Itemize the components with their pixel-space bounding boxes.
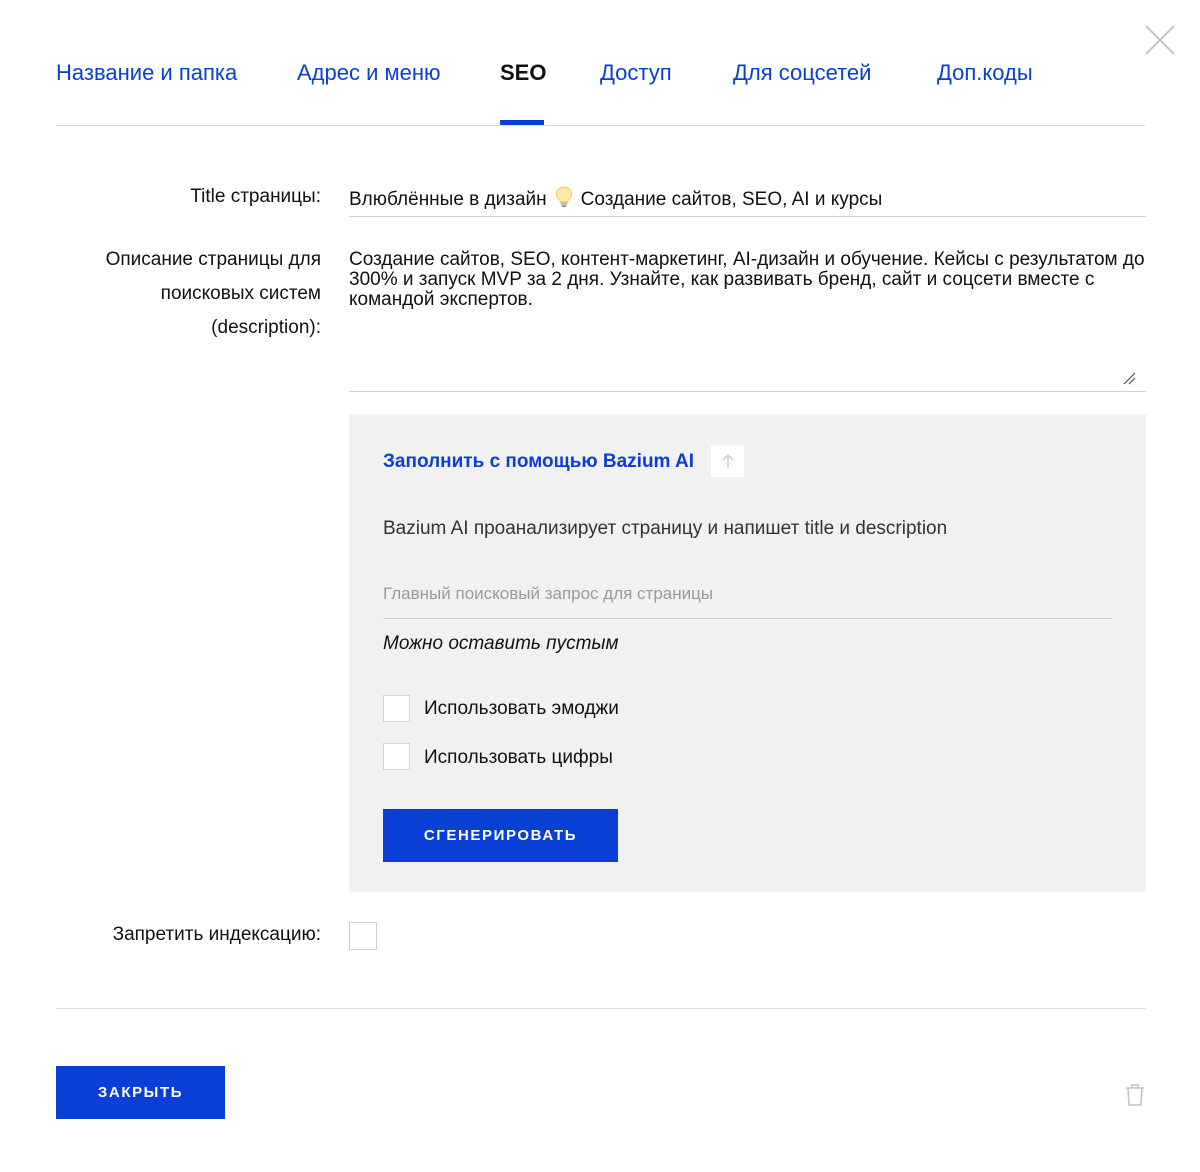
tab-access[interactable]: Доступ <box>600 60 672 86</box>
noindex-label: Запретить индексацию: <box>112 924 321 945</box>
tab-seo[interactable]: SEO <box>500 60 546 86</box>
use-emoji-label: Использовать эмоджи <box>424 698 619 719</box>
use-digits-label: Использовать цифры <box>424 747 613 768</box>
ai-description: Bazium AI проанализирует страницу и напи… <box>383 518 948 539</box>
description-label-line2: поисковых систем <box>160 283 321 304</box>
trash-icon[interactable] <box>1124 1083 1146 1107</box>
description-label: Описание страницы для поисковых систем (… <box>106 243 321 345</box>
title-value-part1: Влюблённые в дизайн <box>349 189 547 210</box>
ai-hint: Можно оставить пустым <box>383 633 619 654</box>
tab-name-and-folder[interactable]: Название и папка <box>56 60 237 86</box>
active-tab-indicator <box>500 120 544 125</box>
title-input[interactable]: Влюблённые в дизайн Создание сайтов, SEO,… <box>349 176 1146 217</box>
resize-handle-icon[interactable] <box>1122 371 1136 385</box>
search-query-input[interactable]: Главный поисковый запрос для страницы <box>383 576 1112 619</box>
settings-tabs: Название и папка Адрес и меню SEO Доступ… <box>56 0 1146 126</box>
footer-divider <box>56 1008 1146 1009</box>
description-label-line1: Описание страницы для <box>105 249 321 270</box>
lightbulb-icon <box>555 186 573 214</box>
title-value-part2: Создание сайтов, SEO, AI и курсы <box>580 189 883 210</box>
use-digits-checkbox[interactable] <box>383 743 410 770</box>
description-text: Создание сайтов, SEO, контент-маркетинг,… <box>349 249 1145 310</box>
noindex-checkbox[interactable] <box>349 922 377 950</box>
tab-extra-codes[interactable]: Доп.коды <box>937 60 1033 86</box>
tab-address-and-menu[interactable]: Адрес и меню <box>297 60 441 86</box>
generate-button[interactable]: СГЕНЕРИРОВАТЬ <box>383 809 618 862</box>
description-label-line3: (description): <box>211 317 321 338</box>
close-icon[interactable] <box>1142 22 1178 58</box>
ai-assistant-panel: Заполнить с помощью Bazium AI Bazium AI … <box>349 414 1146 892</box>
use-emoji-checkbox[interactable] <box>383 695 410 722</box>
description-textarea[interactable]: Создание сайтов, SEO, контент-маркетинг,… <box>349 246 1146 392</box>
title-label: Title страницы: <box>190 186 321 207</box>
arrow-up-icon[interactable] <box>711 445 744 477</box>
close-button[interactable]: ЗАКРЫТЬ <box>56 1066 225 1119</box>
tab-social[interactable]: Для соцсетей <box>733 60 871 86</box>
ai-fill-link[interactable]: Заполнить с помощью Bazium AI <box>383 451 694 473</box>
